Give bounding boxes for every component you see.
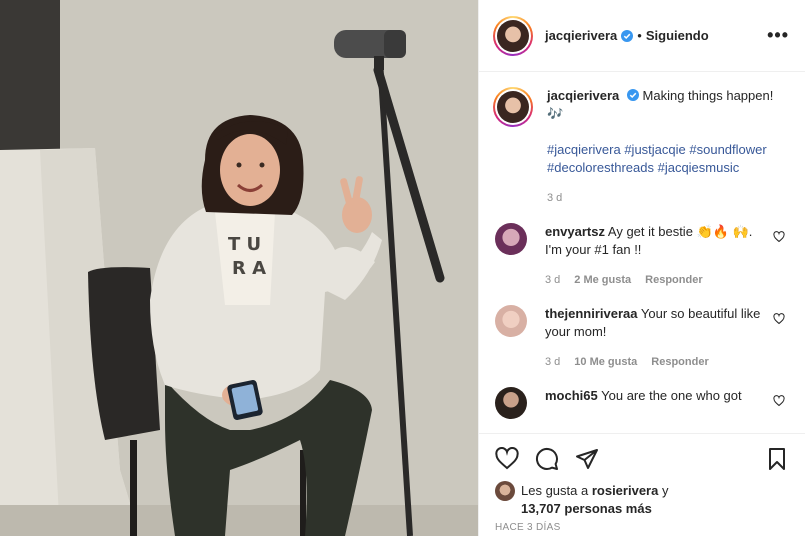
comment-item: envyartsz Ay get it bestie 👏🔥 🙌. I'm you… <box>493 223 789 289</box>
comment-likes[interactable]: 10 Me gusta <box>574 353 637 371</box>
author-username[interactable]: jacqierivera <box>545 28 617 43</box>
caption-meta: 3 d <box>547 189 787 207</box>
comment-text: You are the one who got <box>601 388 742 403</box>
comment-likes[interactable]: 2 Me gusta <box>574 271 631 289</box>
comment-username[interactable]: thejenniriveraa <box>545 306 638 321</box>
header-separator: • <box>637 28 642 43</box>
more-horizontal-icon[interactable]: ••• <box>767 25 789 46</box>
comments-panel[interactable]: jacqierivera Making things happen! 🎶 #ja… <box>479 73 805 433</box>
comment-username[interactable]: mochi65 <box>545 388 598 403</box>
comment-time: 3 d <box>545 356 561 368</box>
studio-photo-illustration: T U R A <box>0 0 478 536</box>
comment-meta: 3 d 10 Me gusta Responder <box>545 353 770 371</box>
caption: jacqierivera Making things happen! 🎶 #ja… <box>493 87 789 207</box>
bookmark-icon[interactable] <box>765 447 789 471</box>
liker-username[interactable]: rosierivera <box>592 483 659 498</box>
verified-badge-icon <box>626 89 639 101</box>
hashtag-link[interactable]: #justjacqie <box>624 142 685 157</box>
likes-summary: Les gusta a rosierivera y 13,707 persona… <box>495 481 789 518</box>
liker-avatar[interactable] <box>495 481 515 501</box>
comment-avatar[interactable] <box>495 223 527 255</box>
post-photo[interactable]: T U R A <box>0 0 478 536</box>
like-heart-icon[interactable] <box>495 447 519 471</box>
post-timestamp: HACE 3 DÍAS <box>495 522 561 533</box>
verified-badge-icon <box>621 29 634 42</box>
hashtag-link[interactable]: #soundflower <box>689 142 766 157</box>
comment-avatar[interactable] <box>495 387 527 419</box>
reply-button[interactable]: Responder <box>651 353 708 371</box>
hashtag-link[interactable]: #decoloresthreads <box>547 160 654 175</box>
caption-username[interactable]: jacqierivera <box>547 88 619 103</box>
comment-body: thejenniriveraa Your so beautiful like y… <box>545 305 770 371</box>
svg-text:T U: T U <box>228 234 261 255</box>
comment-avatar[interactable] <box>495 305 527 337</box>
following-button[interactable]: Siguiendo <box>646 28 709 43</box>
post-header: jacqierivera • Siguiendo ••• <box>479 0 805 72</box>
action-icons <box>495 444 789 474</box>
instagram-post: T U R A jacqierivera • Siguiendo ••• jac… <box>0 0 805 536</box>
likes-prefix: Les gusta a <box>521 483 589 498</box>
comment-item: thejenniriveraa Your so beautiful like y… <box>493 305 789 371</box>
caption-time: 3 d <box>547 192 563 204</box>
caption-body: jacqierivera Making things happen! 🎶 #ja… <box>547 87 787 207</box>
comment-item: mochi65 You are the one who got <box>493 387 789 419</box>
comment-meta: 3 d 2 Me gusta Responder <box>545 271 770 289</box>
like-comment-heart-icon[interactable] <box>773 231 785 243</box>
likes-count[interactable]: 13,707 personas más <box>521 501 652 516</box>
hashtag-link[interactable]: #jacqiesmusic <box>658 160 740 175</box>
share-send-icon[interactable] <box>575 447 599 471</box>
likes-conjunction: y <box>661 483 669 498</box>
like-comment-heart-icon[interactable] <box>773 313 785 325</box>
comment-username[interactable]: envyartsz <box>545 224 605 239</box>
comment-body: mochi65 You are the one who got <box>545 387 770 419</box>
caption-avatar[interactable] <box>493 87 533 127</box>
post-actions: Les gusta a rosierivera y 13,707 persona… <box>479 433 805 536</box>
hashtag-link[interactable]: #jacqierivera <box>547 142 621 157</box>
post-sidebar: jacqierivera • Siguiendo ••• jacqieriver… <box>478 0 805 536</box>
likes-text: Les gusta a rosierivera y 13,707 persona… <box>521 482 668 518</box>
author-avatar[interactable] <box>493 15 533 56</box>
svg-text:R A: R A <box>232 258 266 279</box>
comment-body: envyartsz Ay get it bestie 👏🔥 🙌. I'm you… <box>545 223 770 289</box>
hashtag-list: #jacqierivera #justjacqie #soundflower #… <box>547 141 787 177</box>
reply-button[interactable]: Responder <box>645 271 702 289</box>
like-comment-heart-icon[interactable] <box>773 395 785 407</box>
comment-time: 3 d <box>545 274 561 286</box>
comment-bubble-icon[interactable] <box>535 447 559 471</box>
